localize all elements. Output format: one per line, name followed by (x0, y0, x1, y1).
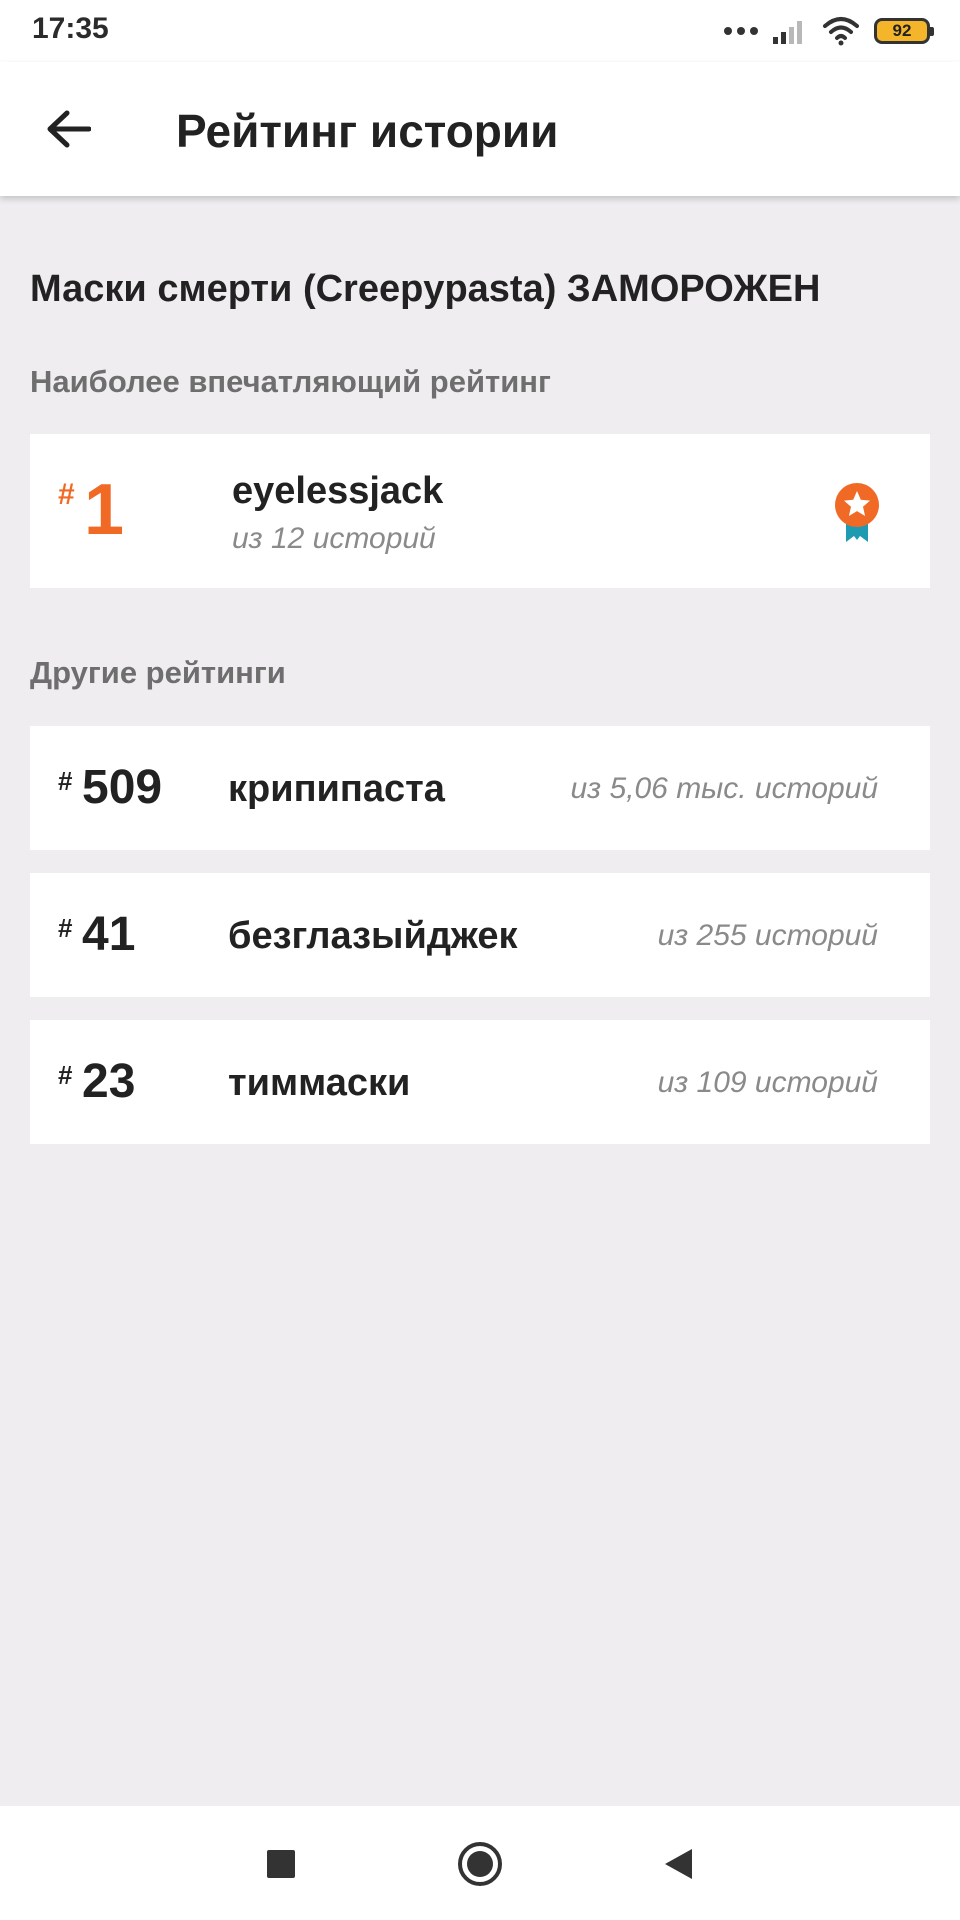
status-bar: 17:35 92 (0, 0, 960, 62)
rank-hash: # (58, 478, 75, 511)
story-count: из 12 историй (232, 522, 436, 555)
tag-name: тиммаски (228, 1062, 411, 1104)
tag-name: крипипаста (228, 768, 445, 810)
section-label-other: Другие рейтинги (30, 655, 286, 690)
tag-name: eyelessjack (232, 470, 444, 512)
tag-name: безглазыйджек (228, 915, 518, 957)
rank-number: 41 (82, 908, 136, 961)
wifi-icon (823, 17, 859, 46)
section-label-top: Наиболее впечатляющий рейтинг (30, 364, 551, 399)
status-time: 17:35 (32, 12, 109, 45)
circle-home-icon (458, 1842, 502, 1886)
rank-number: 23 (82, 1055, 136, 1108)
ranking-row[interactable]: # 41 безглазыйджек из 255 историй (30, 873, 930, 997)
home-button[interactable] (452, 1836, 508, 1892)
nav-back-button[interactable] (650, 1836, 706, 1892)
rank-hash: # (58, 913, 73, 943)
status-icons: 92 (724, 14, 934, 48)
story-count: из 5,06 тыс. историй (570, 772, 879, 805)
ranking-row[interactable]: # 509 крипипаста из 5,06 тыс. историй (30, 726, 930, 850)
square-recents-icon (267, 1850, 295, 1878)
award-ribbon-icon (835, 483, 879, 542)
triangle-back-icon (665, 1849, 692, 1879)
story-title: Маски смерти (Creepypasta) ЗАМОРОЖЕН (30, 268, 821, 310)
system-nav-bar (0, 1806, 960, 1920)
rank-hash: # (58, 766, 73, 796)
recents-button[interactable] (253, 1836, 309, 1892)
rank-number: 509 (82, 761, 163, 814)
back-button[interactable] (28, 94, 108, 164)
rank-hash: # (58, 1060, 73, 1090)
app-bar: Рейтинг истории (0, 62, 960, 196)
top-ranking-card[interactable]: # 1 eyelessjack из 12 историй (30, 434, 930, 588)
story-count: из 255 историй (657, 919, 878, 952)
ranking-row[interactable]: # 23 тиммаски из 109 историй (30, 1020, 930, 1144)
page-title: Рейтинг истории (176, 105, 559, 157)
arrow-left-icon (47, 110, 91, 148)
more-dots-icon (724, 27, 758, 35)
signal-icon (773, 21, 802, 44)
rank-number: 1 (84, 470, 125, 550)
battery-icon: 92 (874, 18, 934, 44)
battery-level: 92 (892, 21, 912, 40)
story-count: из 109 историй (657, 1066, 878, 1099)
